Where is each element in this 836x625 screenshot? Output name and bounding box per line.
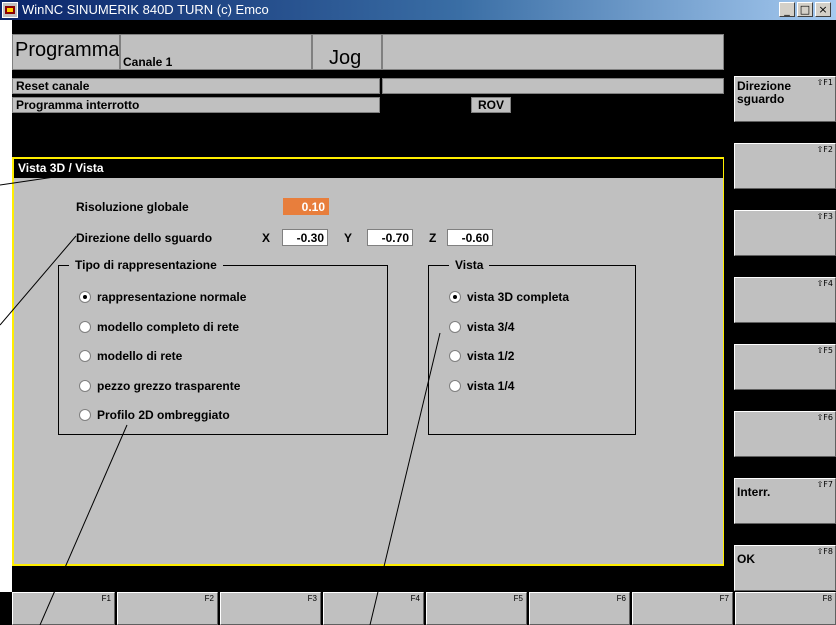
callout-line-profile — [39, 424, 128, 625]
callout-line-view — [369, 332, 441, 625]
callout-line-resolution — [0, 174, 69, 186]
callout-line-direction — [0, 235, 77, 326]
callout-lines — [0, 174, 441, 625]
